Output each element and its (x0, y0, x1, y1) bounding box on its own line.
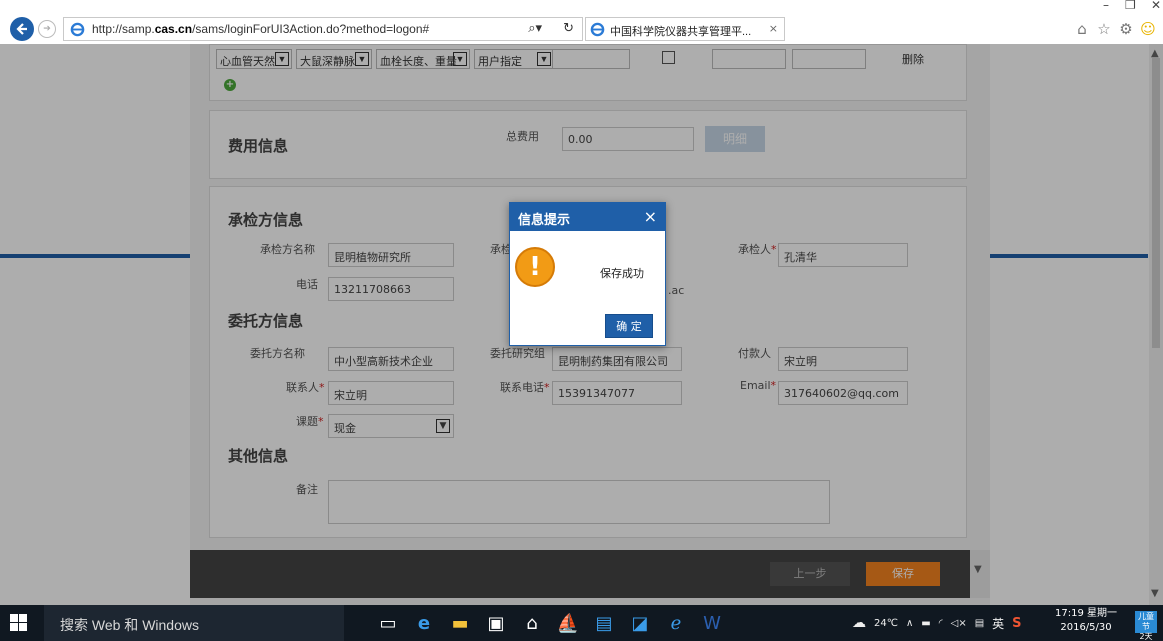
ime-indicator[interactable]: 英 (992, 615, 1004, 632)
ie-taskbar-icon[interactable]: ℯ (658, 605, 694, 641)
dialog-header: 信息提示 × (510, 203, 665, 231)
battery-icon[interactable]: ▬ (921, 618, 930, 629)
ie-icon (590, 22, 605, 37)
taskbar: 搜索 Web 和 Windows ▭ e ▬ ▣ ⌂ ⛵ ▤ ◪ ℯ W ☁ 2… (0, 605, 1163, 641)
home-icon[interactable]: ⌂ (1073, 20, 1091, 38)
taskbar-search-text: 搜索 Web 和 Windows (60, 617, 199, 633)
dialog-title: 信息提示 (518, 213, 571, 228)
close-window-icon[interactable]: ✕ (1151, 0, 1161, 12)
notification-icon[interactable]: ▤ (975, 618, 984, 629)
store-icon[interactable]: ▣ (478, 605, 514, 641)
warning-icon: ! (515, 247, 555, 287)
windows-start-icon[interactable] (10, 614, 28, 632)
clock[interactable]: 17:19 星期一 2016/5/30 (1055, 607, 1117, 635)
chevron-up-icon[interactable]: ∧ (906, 618, 913, 629)
task-view-icon[interactable]: ▭ (370, 605, 406, 641)
minimize-icon[interactable]: – (1103, 0, 1109, 12)
toolbar-icons: ⌂ ☆ ⚙ ☺ (1073, 20, 1157, 38)
refresh-icon[interactable]: ↻ (563, 21, 574, 36)
tab-close-icon[interactable]: × (769, 22, 778, 35)
home-app-icon[interactable]: ⌂ (514, 605, 550, 641)
taskbar-search[interactable]: 搜索 Web 和 Windows (44, 605, 344, 641)
file-explorer-icon[interactable]: ▬ (442, 605, 478, 641)
clock-time: 17:19 星期一 (1055, 608, 1117, 619)
restore-icon[interactable]: ❐ (1125, 0, 1136, 12)
smiley-feedback-icon[interactable]: ☺ (1139, 20, 1157, 38)
weather-icon[interactable]: ☁ (852, 615, 866, 631)
photo-app-icon[interactable]: ▤ (586, 605, 622, 641)
edge-icon[interactable]: e (406, 605, 442, 641)
star-icon[interactable]: ☆ (1095, 20, 1113, 38)
dialog-close-icon[interactable]: × (644, 207, 657, 226)
badge-days: 2天 (1139, 632, 1153, 641)
badge-holiday: 儿童节 (1138, 612, 1154, 631)
word-icon[interactable]: W (694, 605, 730, 641)
clock-date: 2016/5/30 (1060, 622, 1112, 633)
address-bar[interactable]: http://samp.cas.cn/sams/loginForUI3Actio… (63, 17, 583, 41)
arrow-left-icon (16, 23, 27, 35)
dialog-ok-button[interactable]: 确 定 (605, 314, 653, 338)
forward-button[interactable]: ➔ (38, 20, 56, 38)
tab-title: 中国科学院仪器共享管理平... (610, 26, 752, 38)
dialog-message: 保存成功 (600, 267, 644, 280)
calendar-badge[interactable]: 儿童节 2天 (1135, 611, 1157, 641)
screen: { "browser": { "url_prefix": "http://sam… (0, 0, 1163, 641)
url-text: http://samp.cas.cn/sams/loginForUI3Actio… (92, 22, 430, 36)
bird-app-icon[interactable]: ◪ (622, 605, 658, 641)
ie-icon (70, 22, 85, 37)
window-controls: – ❐ ✕ (1063, 0, 1163, 14)
gear-icon[interactable]: ⚙ (1117, 20, 1135, 38)
browser-tab[interactable]: 中国科学院仪器共享管理平... × (585, 17, 785, 41)
search-icon[interactable]: ⌕▾ (528, 21, 542, 36)
browser-toolbar: ➔ http://samp.cas.cn/sams/loginForUI3Act… (0, 14, 1163, 44)
taskbar-apps: ▭ e ▬ ▣ ⌂ ⛵ ▤ ◪ ℯ W (370, 605, 730, 641)
temperature-text: 24℃ (874, 617, 898, 629)
info-dialog: 信息提示 × ! 保存成功 确 定 (509, 202, 666, 346)
volume-icon[interactable]: ◁× (951, 618, 967, 629)
sogou-icon[interactable]: S (1012, 616, 1021, 631)
back-button[interactable] (10, 17, 34, 41)
system-tray: ☁ 24℃ ∧ ▬ ◜ ◁× ▤ 英 S (852, 605, 1022, 641)
boat-app-icon[interactable]: ⛵ (550, 605, 586, 641)
wifi-icon[interactable]: ◜ (939, 618, 943, 629)
